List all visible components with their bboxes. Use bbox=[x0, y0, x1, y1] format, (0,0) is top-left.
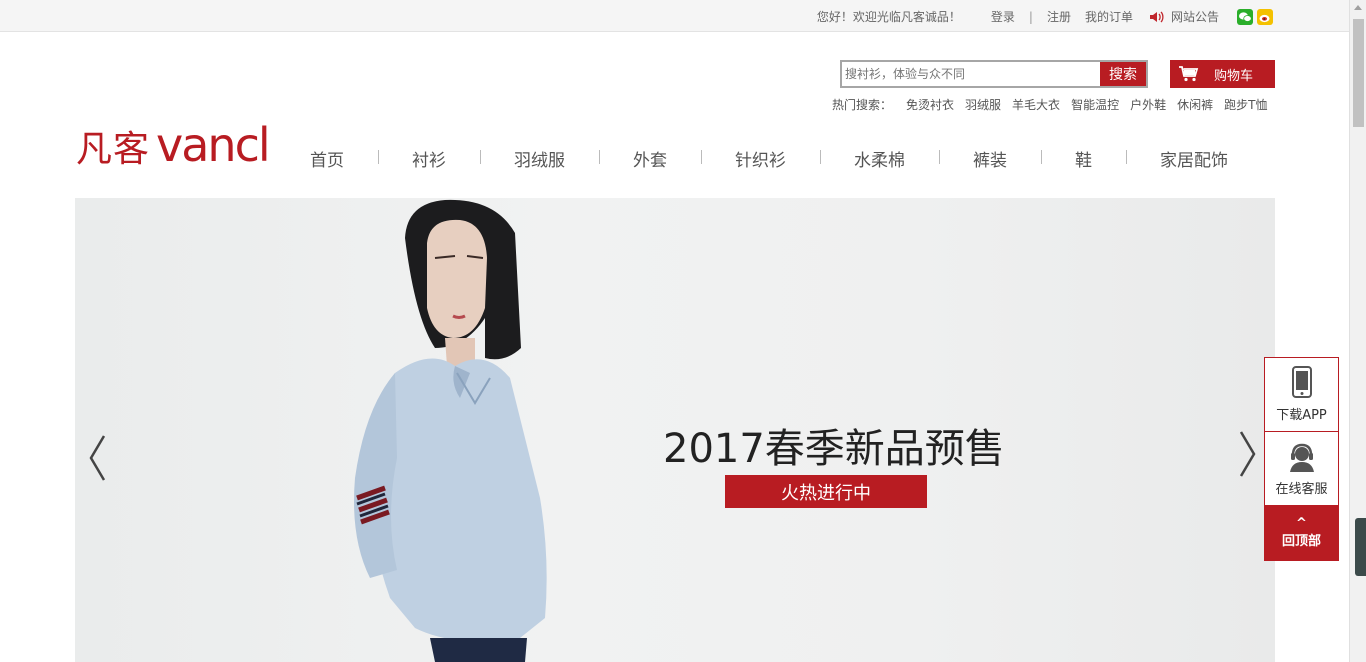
edge-widget[interactable] bbox=[1355, 518, 1366, 576]
top-links: 您好！欢迎光临凡客诚品！ 登录 | 注册 我的订单 网站公告 bbox=[817, 8, 1273, 25]
search-input[interactable] bbox=[842, 62, 1100, 86]
online-service-label: 在线客服 bbox=[1275, 482, 1328, 497]
login-link[interactable]: 登录 bbox=[991, 8, 1015, 25]
online-service-button[interactable]: 在线客服 bbox=[1264, 432, 1339, 506]
nav-item-shirts[interactable]: 衬衫 bbox=[378, 146, 480, 171]
wechat-icon[interactable] bbox=[1237, 8, 1253, 25]
search-button[interactable]: 搜索 bbox=[1100, 62, 1146, 86]
logo-chinese: 凡客 bbox=[76, 129, 151, 170]
speaker-icon bbox=[1149, 10, 1165, 24]
register-link[interactable]: 注册 bbox=[1047, 8, 1071, 25]
hot-search-item[interactable]: 休闲裤 bbox=[1177, 96, 1213, 113]
nav-item-soft-cotton[interactable]: 水柔棉 bbox=[820, 146, 939, 171]
banner-cta-button[interactable]: 火热进行中 bbox=[725, 475, 927, 508]
nav-item-home-accessories[interactable]: 家居配饰 bbox=[1126, 146, 1262, 171]
welcome-text: 您好！欢迎光临凡客诚品！ bbox=[816, 10, 961, 24]
cart-icon bbox=[1178, 66, 1200, 82]
search-bar: 搜索 bbox=[840, 60, 1148, 88]
divider: | bbox=[1028, 9, 1033, 24]
cart-button[interactable]: 购物车 bbox=[1170, 60, 1275, 88]
vancl-logo[interactable]: 凡客 vancl bbox=[76, 118, 271, 172]
nav-item-pants[interactable]: 裤装 bbox=[939, 146, 1041, 171]
logo-english: vancl bbox=[156, 118, 271, 172]
my-orders-link[interactable]: 我的订单 bbox=[1085, 8, 1133, 25]
weibo-icon[interactable] bbox=[1257, 8, 1273, 25]
hot-search-item[interactable]: 羊毛大衣 bbox=[1012, 96, 1060, 113]
download-app-button[interactable]: 下载APP bbox=[1264, 357, 1339, 432]
next-slide-icon[interactable] bbox=[1238, 430, 1258, 478]
site-notice-link[interactable]: 网站公告 bbox=[1171, 8, 1219, 25]
nav-item-home[interactable]: 首页 bbox=[276, 146, 378, 171]
scrollbar-thumb[interactable] bbox=[1353, 19, 1364, 127]
hot-search-item[interactable]: 羽绒服 bbox=[965, 96, 1001, 113]
hot-search-label: 热门搜索： bbox=[832, 98, 893, 112]
nav-item-shoes[interactable]: 鞋 bbox=[1041, 146, 1126, 171]
hot-searches: 热门搜索： 免烫衬衣 羽绒服 羊毛大衣 智能温控 户外鞋 休闲裤 跑步T恤 bbox=[832, 96, 1278, 113]
model-image bbox=[354, 199, 547, 662]
hero-banner[interactable]: 2017春季新品预售 火热进行中 bbox=[75, 198, 1275, 662]
caret-up-icon: ^ bbox=[1296, 516, 1307, 531]
scroll-up-arrow-icon[interactable] bbox=[1354, 5, 1362, 10]
back-to-top-label: 回顶部 bbox=[1281, 534, 1321, 549]
hot-search-item[interactable]: 户外鞋 bbox=[1130, 96, 1166, 113]
hot-search-item[interactable]: 免烫衬衣 bbox=[906, 96, 954, 113]
nav-item-coats[interactable]: 外套 bbox=[599, 146, 701, 171]
top-bar: 您好！欢迎光临凡客诚品！ 登录 | 注册 我的订单 网站公告 bbox=[0, 0, 1349, 32]
banner-headline: 2017春季新品预售 bbox=[663, 426, 1005, 472]
nav-item-knitwear[interactable]: 针织衫 bbox=[701, 146, 820, 171]
cart-label: 购物车 bbox=[1214, 68, 1254, 84]
back-to-top-button[interactable]: ^ 回顶部 bbox=[1264, 506, 1339, 561]
prev-slide-icon[interactable] bbox=[87, 434, 107, 482]
download-app-label: 下载APP bbox=[1276, 408, 1327, 423]
customer-service-icon bbox=[1289, 443, 1314, 472]
phone-icon bbox=[1291, 366, 1312, 398]
main-nav: 首页 衬衫 羽绒服 外套 针织衫 水柔棉 裤装 鞋 家居配饰 bbox=[276, 146, 1262, 171]
floating-sidebar: 下载APP 在线客服 ^ 回顶部 bbox=[1264, 357, 1339, 561]
hot-search-item[interactable]: 跑步T恤 bbox=[1224, 96, 1267, 113]
nav-item-down-jackets[interactable]: 羽绒服 bbox=[480, 146, 599, 171]
hot-search-item[interactable]: 智能温控 bbox=[1071, 96, 1119, 113]
